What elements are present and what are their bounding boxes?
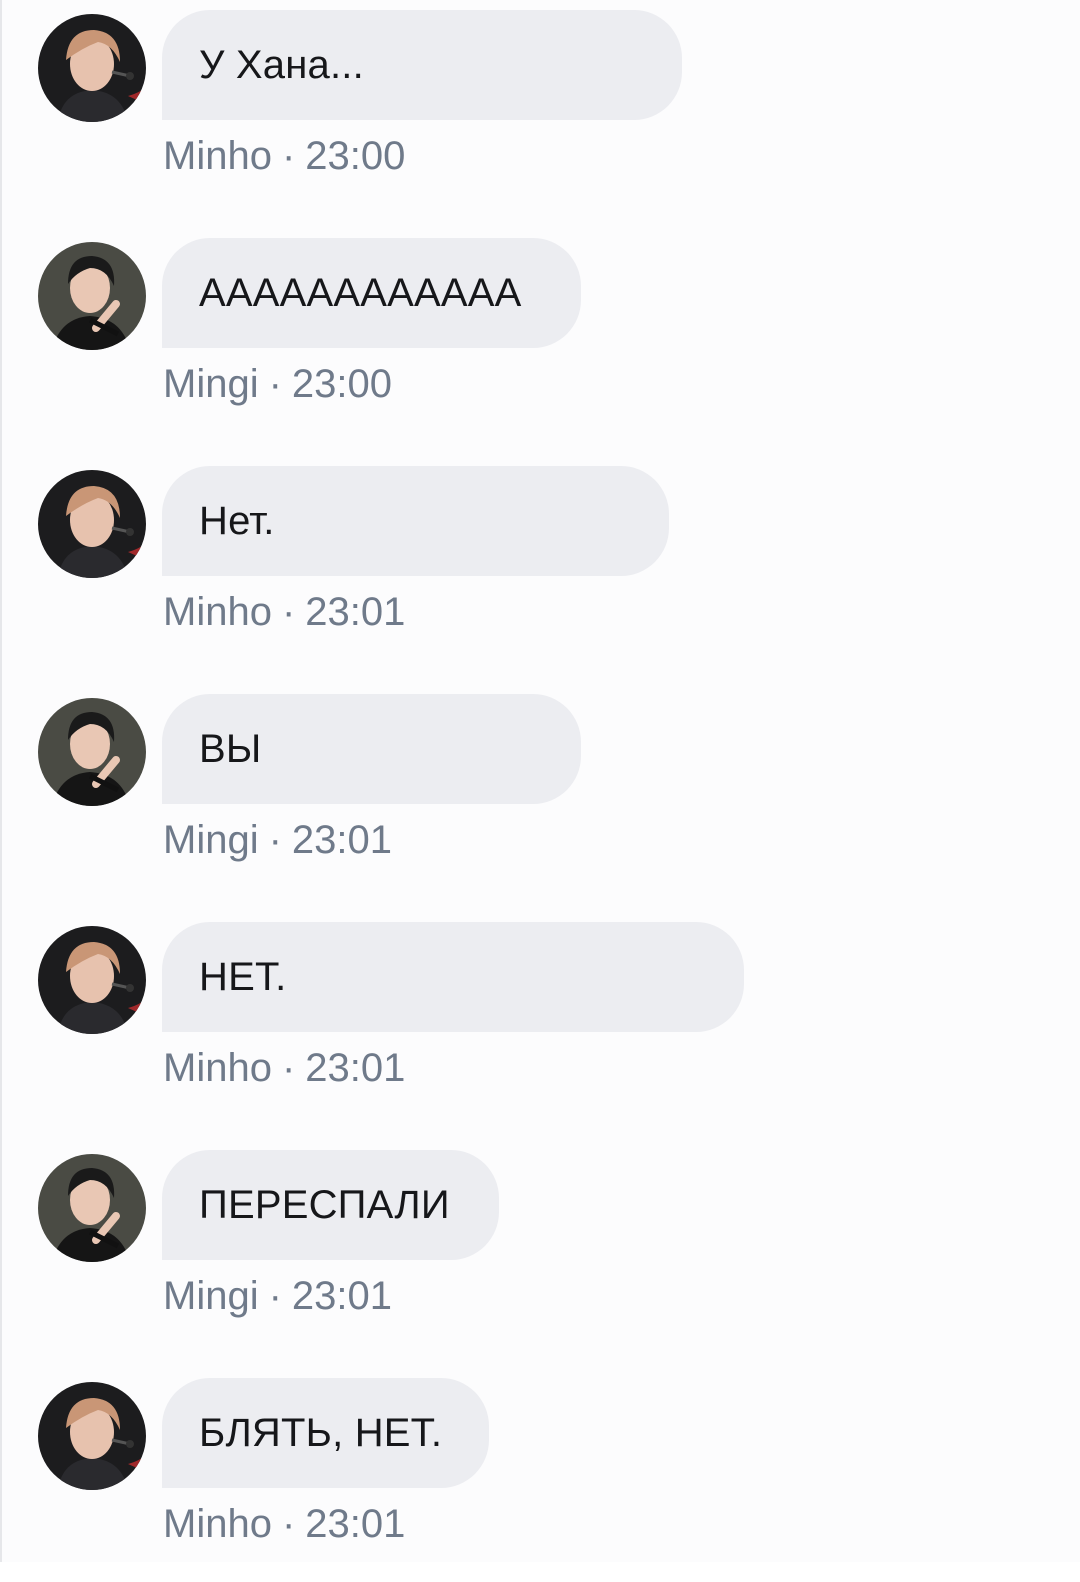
minho-avatar[interactable] [38,1382,146,1490]
message-text: НЕТ. [199,954,287,999]
message-meta: Minho · 23:01 [163,1502,405,1547]
message-time: 23:01 [305,1046,406,1090]
author-name[interactable]: Minho [163,1046,272,1090]
meta-separator: · [268,818,282,862]
minho-avatar[interactable] [38,14,146,122]
meta-separator: · [281,1502,296,1546]
message-item: У Хана... Minho · 23:00 [2,10,1080,214]
message-text: ПЕРЕСПАЛИ [199,1182,450,1227]
author-name[interactable]: Mingi [163,1274,259,1318]
message-meta: Mingi · 23:01 [163,1274,392,1319]
message-item: АААААААААААА Mingi · 23:00 [2,238,1080,442]
message-bubble[interactable]: ВЫ [162,694,581,804]
mingi-avatar[interactable] [38,1154,146,1262]
message-bubble[interactable]: Нет. [162,466,669,576]
message-bubble[interactable]: АААААААААААА [162,238,581,348]
message-meta: Minho · 23:01 [163,590,405,635]
meta-separator: · [268,1274,282,1318]
message-text: Нет. [199,498,275,543]
minho-avatar[interactable] [38,470,146,578]
author-name[interactable]: Mingi [163,362,259,406]
author-name[interactable]: Minho [163,134,272,178]
mingi-avatar[interactable] [38,698,146,806]
author-name[interactable]: Mingi [163,818,259,862]
message-text: ВЫ [199,726,262,771]
message-time: 23:01 [305,1502,406,1546]
message-text: БЛЯТЬ, НЕТ. [199,1410,443,1455]
message-item: ВЫ Mingi · 23:01 [2,694,1080,898]
message-time: 23:00 [305,134,406,178]
meta-separator: · [281,1046,296,1090]
message-text: У Хана... [199,42,364,87]
message-meta: Mingi · 23:01 [163,818,392,863]
meta-separator: · [281,590,296,634]
meta-separator: · [268,362,282,406]
author-name[interactable]: Minho [163,590,272,634]
message-time: 23:01 [291,818,393,862]
message-item: НЕТ. Minho · 23:01 [2,922,1080,1126]
message-item: БЛЯТЬ, НЕТ. Minho · 23:01 [2,1378,1080,1582]
mingi-avatar[interactable] [38,242,146,350]
message-bubble[interactable]: БЛЯТЬ, НЕТ. [162,1378,489,1488]
message-meta: Minho · 23:00 [163,134,405,179]
message-item: Нет. Minho · 23:01 [2,466,1080,670]
message-item: ПЕРЕСПАЛИ Mingi · 23:01 [2,1150,1080,1354]
message-meta: Minho · 23:01 [163,1046,405,1091]
message-time: 23:01 [291,1274,393,1318]
message-bubble[interactable]: НЕТ. [162,922,744,1032]
author-name[interactable]: Minho [163,1502,272,1546]
message-bubble[interactable]: У Хана... [162,10,682,120]
message-time: 23:01 [305,590,406,634]
message-time: 23:00 [291,362,393,406]
chat-history: У Хана... Minho · 23:00 АААААААААААА Mingi… [0,0,1080,1562]
message-meta: Mingi · 23:00 [163,362,392,407]
message-text: АААААААААААА [199,270,522,315]
minho-avatar[interactable] [38,926,146,1034]
meta-separator: · [281,134,296,178]
message-bubble[interactable]: ПЕРЕСПАЛИ [162,1150,499,1260]
